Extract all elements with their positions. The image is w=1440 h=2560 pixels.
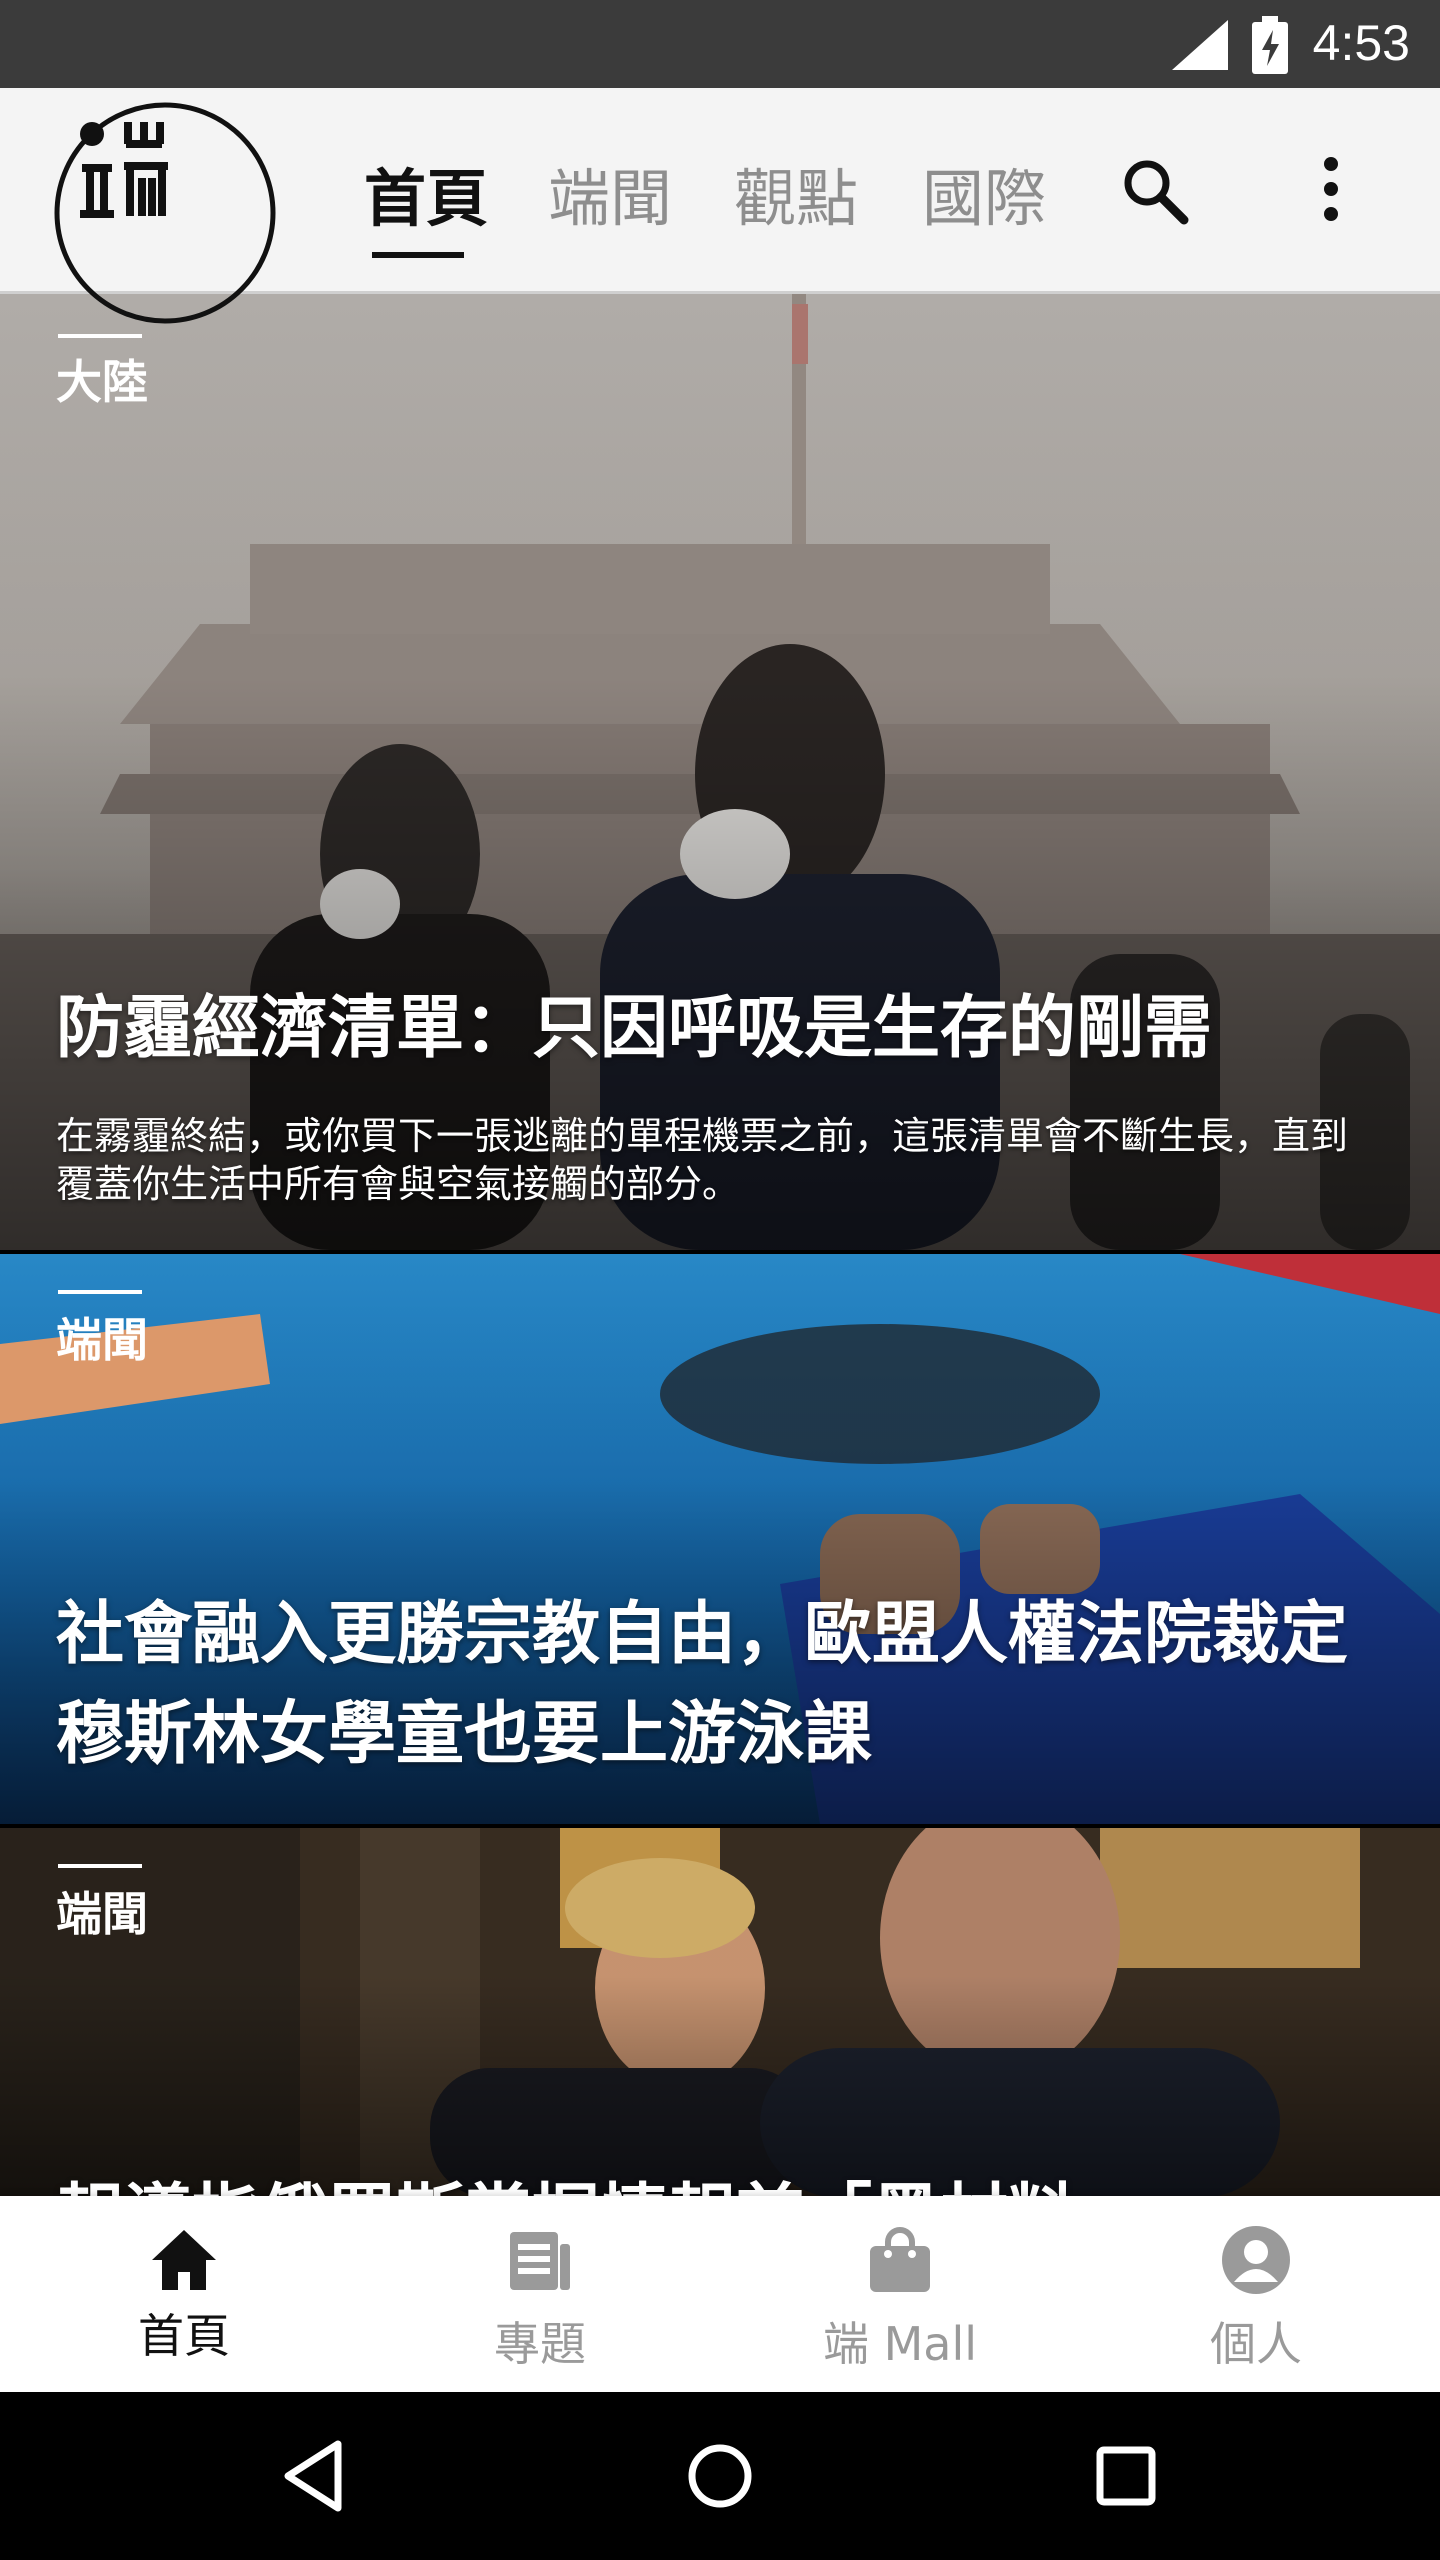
article-card[interactable]: 大陸 防霾經濟清單：只因呼吸是生存的剛需 在霧霾終結，或你買下一張逃離的單程機票… bbox=[0, 294, 1440, 1250]
bottom-navigation: 首頁 專題 端 Mall 個人 bbox=[0, 2196, 1440, 2392]
nav-item-profile[interactable]: 個人 bbox=[1076, 2196, 1436, 2392]
article-category: 大陸 bbox=[56, 355, 148, 409]
nav-label: 首頁 bbox=[138, 2309, 230, 2363]
back-icon[interactable] bbox=[276, 2436, 356, 2516]
more-vert-icon[interactable] bbox=[1316, 154, 1346, 224]
tab-label: 國際 bbox=[922, 162, 1047, 235]
home-icon bbox=[152, 2230, 216, 2290]
article-headline[interactable]: 社會融入更勝宗教自由，歐盟人權法院裁定穆斯林女學童也要上游泳課 bbox=[56, 1584, 1380, 1784]
battery-charging-icon bbox=[1252, 16, 1288, 74]
article-category: 端聞 bbox=[56, 1887, 148, 1941]
article-card[interactable]: 端聞 報導指俄羅斯掌握情報首「黑材料」 bbox=[0, 1828, 1440, 2198]
category-rule bbox=[58, 1290, 142, 1294]
image-shade bbox=[0, 294, 1440, 1250]
logo-icon[interactable] bbox=[52, 100, 278, 326]
category-rule bbox=[58, 1864, 142, 1868]
image-shade bbox=[0, 1828, 1440, 2198]
article-headline[interactable]: 報導指俄羅斯掌握情報首「黑材料」 bbox=[56, 2166, 1380, 2198]
article-summary: 在霧霾終結，或你買下一張逃離的單程機票之前，這張清單會不斷生長，直到覆蓋你生活中… bbox=[56, 1114, 1349, 1206]
signal-icon bbox=[1172, 20, 1228, 70]
shopping-bag-icon bbox=[870, 2227, 930, 2292]
nav-label: 端 Mall bbox=[822, 2317, 978, 2371]
clock: 4:53 bbox=[1312, 15, 1410, 71]
system-navigation-bar bbox=[0, 2392, 1440, 2560]
article-category: 端聞 bbox=[56, 1313, 148, 1367]
nav-label: 個人 bbox=[1210, 2317, 1302, 2371]
recents-icon[interactable] bbox=[1086, 2436, 1166, 2516]
nav-item-home[interactable]: 首頁 bbox=[4, 2196, 364, 2392]
nav-item-topics[interactable]: 專題 bbox=[360, 2196, 720, 2392]
active-tab-indicator bbox=[372, 252, 464, 258]
search-icon[interactable] bbox=[1120, 156, 1190, 226]
article-headline[interactable]: 防霾經濟清單：只因呼吸是生存的剛需 bbox=[56, 988, 1380, 1068]
tab-label: 觀點 bbox=[734, 162, 859, 235]
nav-label: 專題 bbox=[494, 2317, 586, 2371]
home-circle-icon[interactable] bbox=[680, 2436, 760, 2516]
status-bar: 4:53 bbox=[0, 0, 1440, 88]
category-rule bbox=[58, 334, 142, 338]
topics-icon bbox=[510, 2232, 570, 2290]
tab-label: 首頁 bbox=[364, 162, 489, 235]
tab-label: 端聞 bbox=[548, 162, 673, 235]
account-icon bbox=[1222, 2226, 1290, 2294]
nav-item-mall[interactable]: 端 Mall bbox=[720, 2196, 1080, 2392]
article-card[interactable]: 端聞 社會融入更勝宗教自由，歐盟人權法院裁定穆斯林女學童也要上游泳課 bbox=[0, 1254, 1440, 1824]
